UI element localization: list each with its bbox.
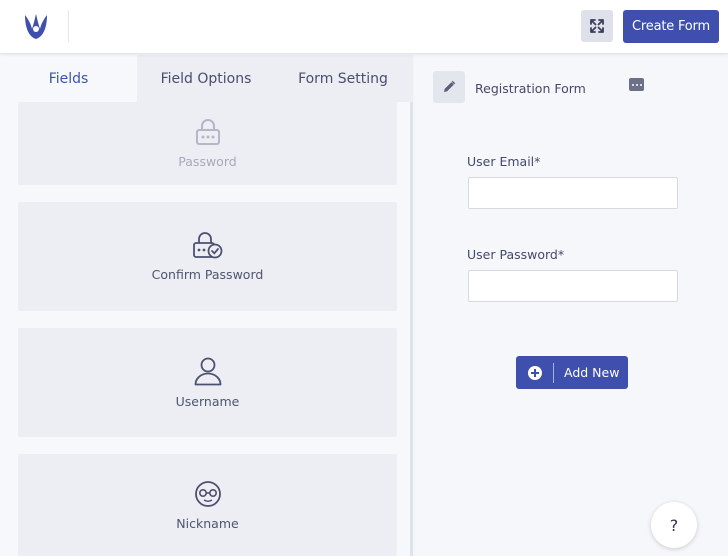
password-lock-icon <box>195 119 220 145</box>
fields-scrollbar[interactable] <box>410 102 413 556</box>
field-card-confirm-password[interactable]: Confirm Password <box>18 202 397 311</box>
top-bar: Create Form <box>0 0 728 54</box>
brand-logo-icon[interactable] <box>22 11 50 43</box>
user-password-label: User Password* <box>467 247 565 262</box>
field-card-label: Nickname <box>176 515 239 531</box>
field-card-label: Username <box>175 394 240 409</box>
add-new-button[interactable]: Add New <box>516 356 628 389</box>
field-card-label: Confirm Password <box>151 267 264 282</box>
tab-field-options[interactable]: Field Options <box>137 55 275 102</box>
more-icon[interactable] <box>629 78 644 91</box>
pencil-icon <box>444 80 456 92</box>
confirm-password-lock-icon <box>192 232 222 259</box>
button-divider <box>553 362 554 383</box>
edit-form-title-button[interactable] <box>433 71 465 103</box>
tab-fields[interactable]: Fields <box>0 55 137 102</box>
field-card-nickname[interactable]: Nickname <box>18 454 397 556</box>
help-button[interactable]: ? <box>651 502 697 548</box>
fields-panel: Fields Field Options Form Setting Passwo… <box>0 55 413 556</box>
tab-form-setting[interactable]: Form Setting <box>275 55 411 102</box>
user-email-input[interactable] <box>468 177 678 209</box>
field-card-label: Password <box>178 154 237 169</box>
user-password-input[interactable] <box>468 270 678 302</box>
field-card-password[interactable]: Password <box>18 102 397 185</box>
create-form-button[interactable]: Create Form <box>623 10 719 43</box>
add-new-label: Add New <box>564 365 620 380</box>
user-email-label: User Email* <box>467 154 541 169</box>
expand-icon <box>590 19 604 33</box>
plus-circle-icon <box>528 365 542 380</box>
form-preview-panel: Registration Form User Email* User Passw… <box>415 55 728 556</box>
field-card-username[interactable]: Username <box>18 328 397 437</box>
panel-tabs: Fields Field Options Form Setting <box>0 55 413 102</box>
fullscreen-button[interactable] <box>581 10 613 42</box>
form-title: Registration Form <box>475 81 586 96</box>
logo-divider <box>68 10 69 42</box>
nickname-face-icon <box>194 480 221 507</box>
user-icon <box>194 357 221 386</box>
